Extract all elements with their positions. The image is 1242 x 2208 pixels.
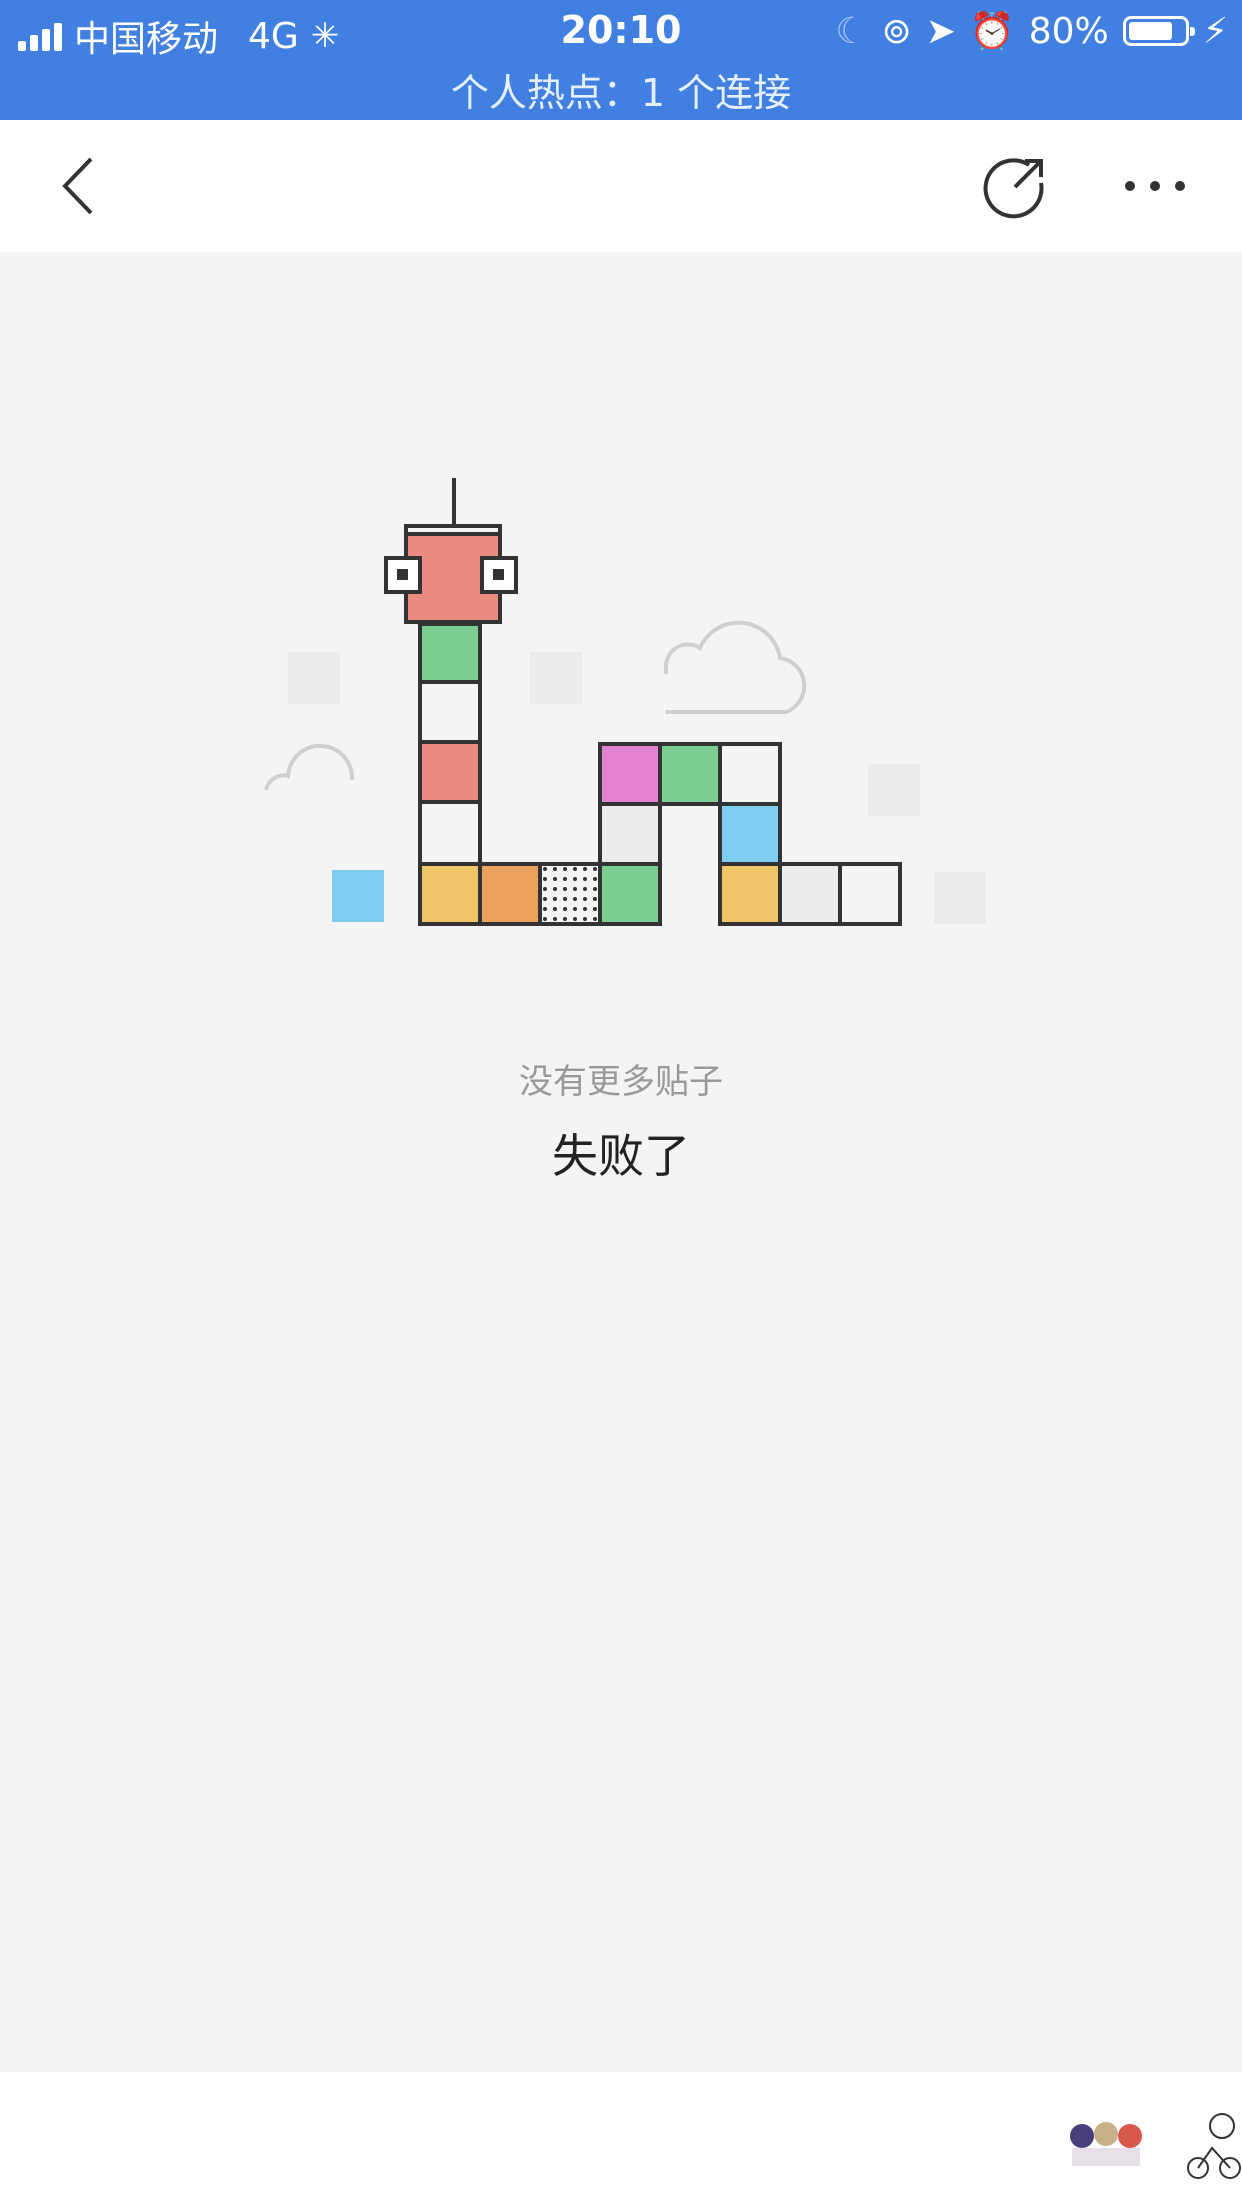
- location-icon: ➤: [925, 10, 956, 52]
- status-right: ☾ ⊚ ➤ ⏰ 80% ⚡: [835, 10, 1228, 53]
- charging-icon: ⚡: [1202, 10, 1228, 52]
- chevron-left-icon: [62, 157, 93, 215]
- more-dots-icon: [1125, 181, 1185, 191]
- battery-percent: 80%: [1028, 10, 1109, 52]
- empty-title: 失败了: [552, 1129, 690, 1183]
- moon-icon: ☾: [835, 10, 868, 52]
- back-button[interactable]: [40, 146, 120, 226]
- empty-subtitle: 没有更多贴子: [519, 1062, 723, 1102]
- block-snake-illustration: [264, 478, 986, 926]
- cyclist-icon: [1187, 2113, 1241, 2179]
- hotspot-banner[interactable]: 个人热点：1 个连接: [0, 62, 1242, 117]
- anime-group-icon: [1070, 2122, 1142, 2166]
- status-bar: 中国移动 4G ✳ 20:10 ☾ ⊚ ➤ ⏰ 80% ⚡ 个人热点：1 个连接: [0, 0, 1242, 120]
- share-icon: [983, 158, 1044, 219]
- battery-icon: [1122, 16, 1195, 46]
- nav-bar: [0, 120, 1242, 252]
- cyclist-sticker[interactable]: [1182, 2112, 1242, 2186]
- bottom-bar: [0, 2072, 1242, 2208]
- content-area: 没有更多贴子 失败了: [0, 252, 1242, 2072]
- alarm-icon: ⏰: [969, 11, 1015, 52]
- more-button[interactable]: [1115, 146, 1195, 226]
- rotation-lock-icon: ⊚: [881, 10, 912, 52]
- anime-group-sticker[interactable]: [1066, 2112, 1146, 2176]
- share-button[interactable]: [976, 146, 1056, 226]
